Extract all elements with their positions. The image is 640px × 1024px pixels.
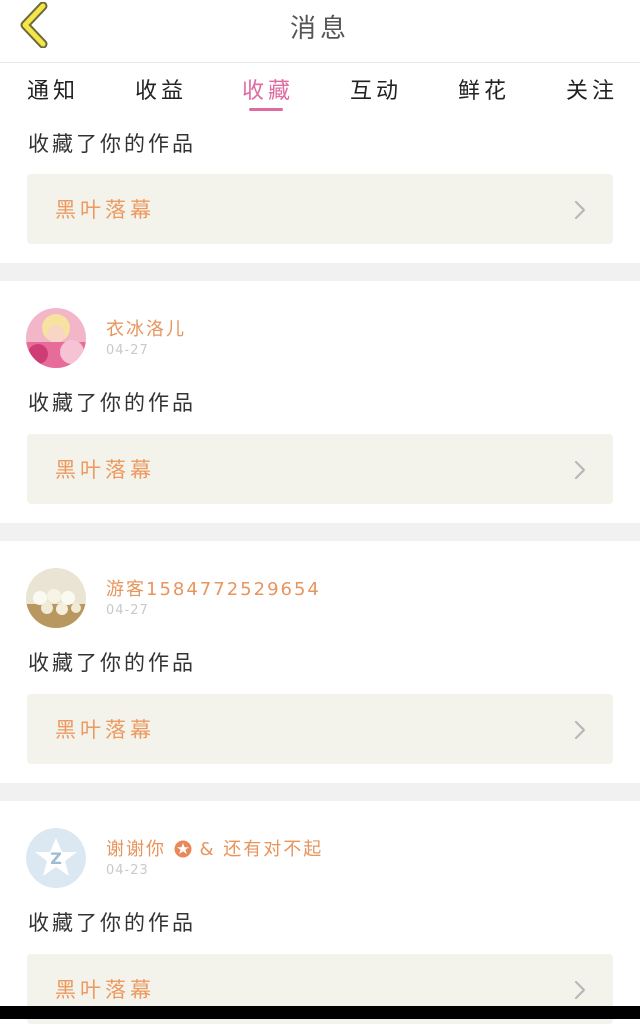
timestamp: 04-27 [106, 603, 149, 618]
work-link[interactable]: 黑叶落幕 [27, 694, 613, 764]
avatar-image [26, 308, 86, 368]
tab-following[interactable]: 关注 [566, 73, 618, 105]
action-text: 收藏了你的作品 [28, 651, 196, 675]
chevron-right-icon [574, 720, 586, 740]
action-text: 收藏了你的作品 [28, 911, 196, 935]
username[interactable]: 谢谢你 & 还有对不起 [106, 835, 323, 861]
timestamp: 04-27 [106, 343, 149, 358]
avatar[interactable] [26, 308, 86, 368]
tab-notifications[interactable]: 通知 [27, 73, 79, 105]
feed-item: Z 谢谢你 & 还有对不起 04-23 收藏了你的作品 黑叶落幕 [0, 801, 640, 1024]
divider [0, 783, 640, 801]
feed-item: 衣冰洛儿 04-27 收藏了你的作品 黑叶落幕 [0, 281, 640, 523]
tab-interactions[interactable]: 互动 [350, 73, 402, 105]
divider [0, 263, 640, 281]
username-text: 谢谢你 [106, 839, 166, 860]
tab-bar: 通知 收益 收藏 互动 鲜花 关注 [0, 63, 640, 115]
username[interactable]: 游客1584772529654 [106, 575, 321, 601]
work-title: 黑叶落幕 [55, 978, 155, 1002]
work-title: 黑叶落幕 [55, 198, 155, 222]
username-suffix: & 还有对不起 [199, 839, 324, 860]
star-badge-icon [174, 840, 192, 858]
avatar-image [26, 568, 86, 628]
divider [0, 523, 640, 541]
chevron-right-icon [574, 200, 586, 220]
page-title: 消息 [289, 14, 350, 44]
avatar[interactable] [26, 568, 86, 628]
top-bar: 消息 [0, 0, 640, 63]
work-link[interactable]: 黑叶落幕 [27, 434, 613, 504]
work-title: 黑叶落幕 [55, 718, 155, 742]
tab-flowers[interactable]: 鲜花 [458, 73, 510, 105]
avatar[interactable]: Z [26, 828, 86, 888]
tab-earnings[interactable]: 收益 [135, 73, 187, 105]
work-title: 黑叶落幕 [55, 458, 155, 482]
feed-item: 游客1584772529654 04-27 收藏了你的作品 黑叶落幕 [0, 541, 640, 783]
action-text: 收藏了你的作品 [28, 391, 196, 415]
username[interactable]: 衣冰洛儿 [106, 315, 186, 341]
default-avatar-icon: Z [26, 828, 86, 888]
feed-item: 收藏了你的作品 黑叶落幕 [0, 116, 640, 263]
svg-text:Z: Z [50, 849, 62, 868]
work-link[interactable]: 黑叶落幕 [27, 174, 613, 244]
chevron-right-icon [574, 460, 586, 480]
chevron-right-icon [574, 980, 586, 1000]
active-tab-indicator [249, 108, 283, 111]
tab-favorites[interactable]: 收藏 [242, 73, 294, 105]
action-text: 收藏了你的作品 [28, 132, 196, 156]
system-navigation-bar [0, 1006, 640, 1019]
timestamp: 04-23 [106, 863, 149, 878]
